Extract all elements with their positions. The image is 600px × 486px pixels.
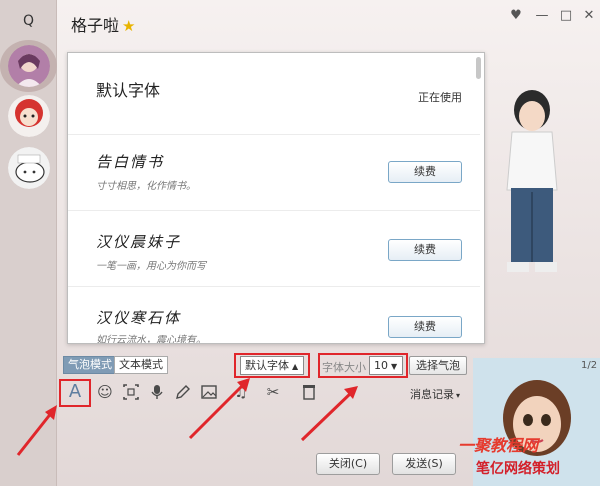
text-mode-tab[interactable]: 文本模式 xyxy=(114,356,168,374)
music-icon[interactable]: ♫ xyxy=(230,381,252,403)
close-button[interactable]: 关闭(C) xyxy=(316,453,380,475)
chat-title: 格子啦 ★ xyxy=(71,12,135,36)
send-button[interactable]: 发送(S) xyxy=(392,453,456,475)
skin-icon[interactable]: ♥ xyxy=(506,8,526,23)
font-name: 汉仪寒石体 xyxy=(96,309,182,327)
font-name: 告白情书 xyxy=(96,153,165,171)
watermark-line-2: 笔亿网络策划 xyxy=(476,461,560,477)
renew-button[interactable]: 续费 xyxy=(388,161,462,183)
history-label: 消息记录 xyxy=(410,388,454,401)
bubble-mode-tab[interactable]: 气泡模式 xyxy=(63,356,117,374)
renew-button[interactable]: 续费 xyxy=(388,239,462,261)
contact-avatar-3[interactable] xyxy=(8,147,50,189)
search-icon[interactable]: Q xyxy=(0,6,57,36)
scissors-icon[interactable]: ✂ xyxy=(262,381,284,403)
renew-button[interactable]: 续费 xyxy=(388,316,462,338)
contact-sidebar: Q xyxy=(0,0,57,486)
font-description: 一笔一画，用心为你而写 xyxy=(96,261,206,272)
choose-bubble-button[interactable]: 选择气泡 xyxy=(409,356,467,375)
minimize-button[interactable]: — xyxy=(532,8,552,23)
font-name: 默认字体 xyxy=(96,81,161,100)
triangle-up-icon: ▲ xyxy=(292,362,299,371)
message-history-button[interactable]: 消息记录 ▾ xyxy=(410,386,460,402)
chat-title-text: 格子啦 xyxy=(71,16,120,35)
character-figure xyxy=(506,90,558,272)
shake-window-icon[interactable] xyxy=(298,381,320,403)
emoji-icon[interactable]: ☺ xyxy=(94,381,116,403)
contact-avatar-1[interactable] xyxy=(8,45,50,87)
font-name: 汉仪晨妹子 xyxy=(96,233,182,251)
microphone-icon[interactable] xyxy=(146,381,168,403)
in-use-label: 正在使用 xyxy=(418,91,462,104)
font-size-dropdown[interactable]: 10 ▼ xyxy=(369,356,403,375)
font-description: 寸寸相思，化作情书。 xyxy=(96,181,196,192)
font-select-value: 默认字体 xyxy=(245,359,289,372)
maximize-button[interactable]: □ xyxy=(556,8,576,23)
font-item-hanshiti[interactable]: 汉仪寒石体 如行云流水，震心境有。 续费 xyxy=(68,287,480,344)
contact-avatar-2[interactable] xyxy=(8,95,50,137)
triangle-down-icon: ▼ xyxy=(391,362,398,371)
screenshot-icon[interactable] xyxy=(120,381,142,403)
font-select-dropdown[interactable]: 默认字体 ▲ xyxy=(240,356,304,375)
star-icon: ★ xyxy=(122,17,136,35)
close-window-button[interactable]: ✕ xyxy=(579,8,599,23)
font-format-icon[interactable]: A xyxy=(64,381,86,403)
font-item-confession[interactable]: 告白情书 寸寸相思，化作情书。 续费 xyxy=(68,135,480,211)
font-size-label: 字体大小 xyxy=(322,361,366,374)
font-picker-popup: 默认字体 正在使用 告白情书 寸寸相思，化作情书。 续费 汉仪晨妹子 一笔一画，… xyxy=(67,52,485,344)
image-icon[interactable] xyxy=(198,381,220,403)
font-description: 如行云流水，震心境有。 xyxy=(96,335,206,344)
watermark-line-1: 一聚教程网 xyxy=(458,436,539,455)
font-size-value: 10 xyxy=(374,359,388,372)
pen-icon[interactable] xyxy=(172,381,194,403)
font-item-chenmeizi[interactable]: 汉仪晨妹子 一笔一画，用心为你而写 续费 xyxy=(68,211,480,287)
caret-down-icon: ▾ xyxy=(456,391,461,400)
page-indicator: 1/2 xyxy=(581,360,598,371)
font-item-default[interactable]: 默认字体 正在使用 xyxy=(68,53,480,135)
